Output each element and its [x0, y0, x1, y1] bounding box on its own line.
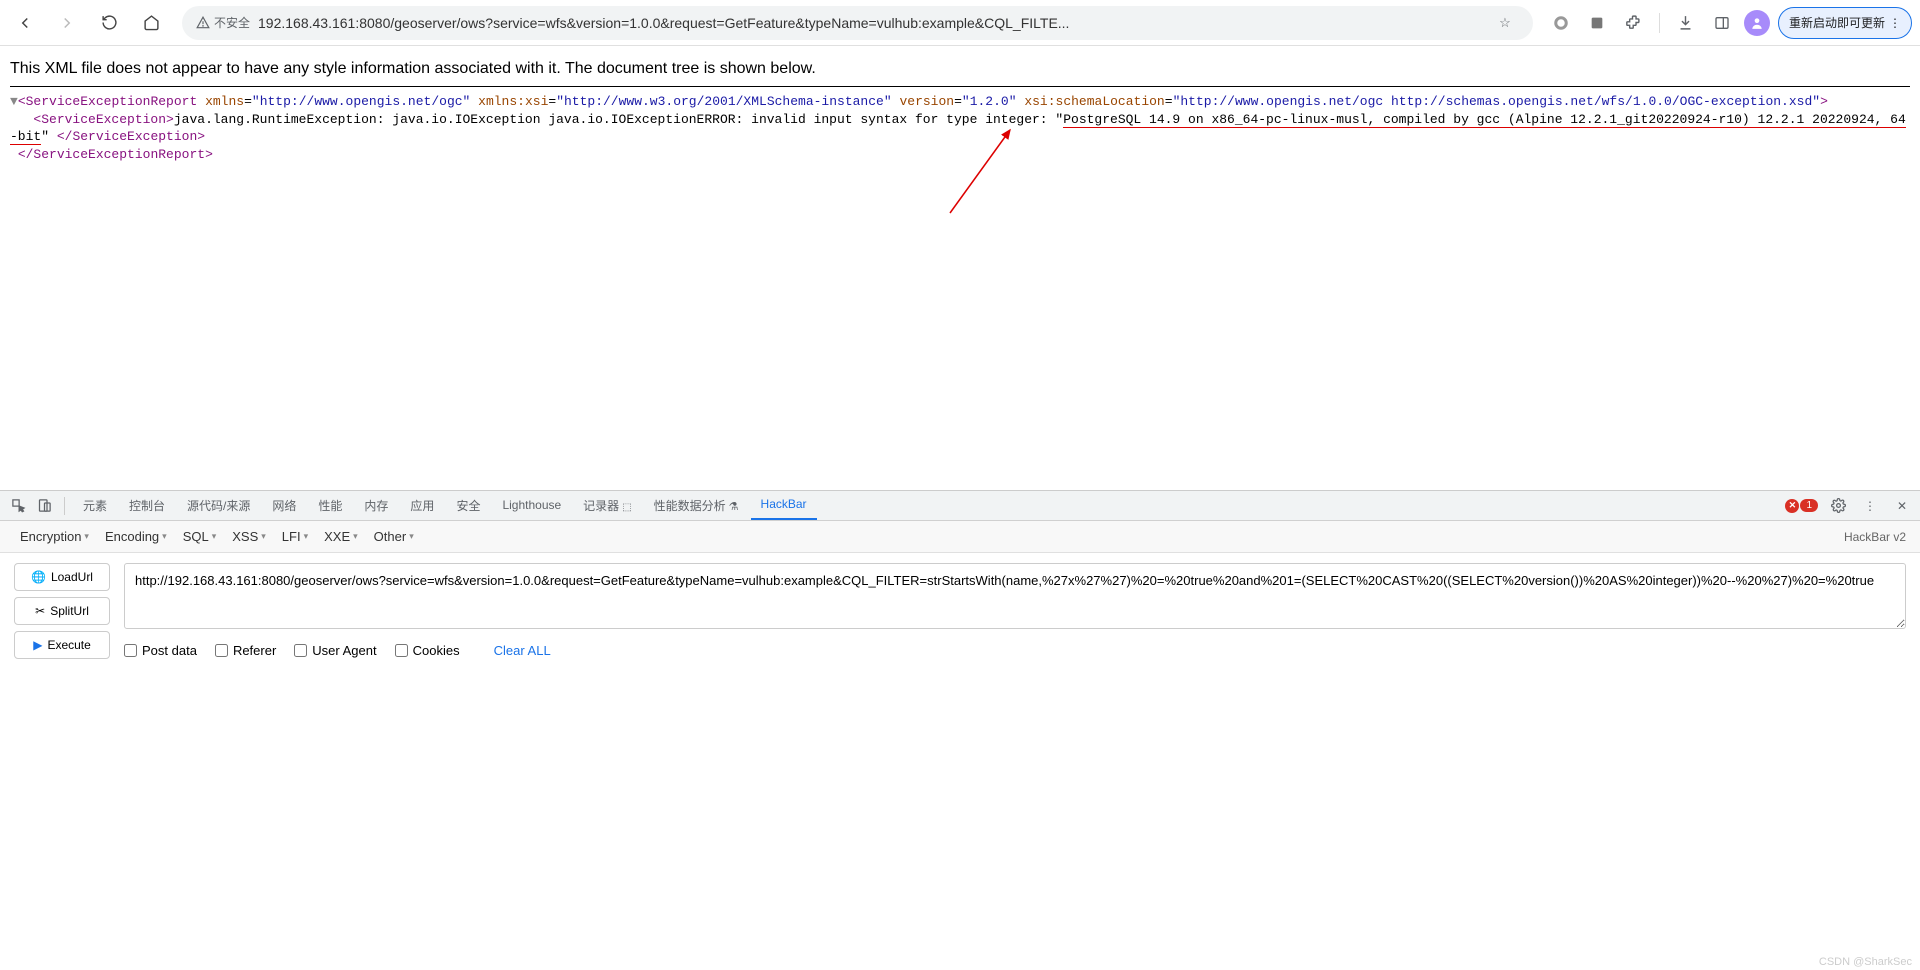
hackbar-options: Post data Referer User Agent Cookies Cle…: [124, 639, 1906, 658]
update-button[interactable]: 重新启动即可更新⋮: [1778, 7, 1912, 39]
tab-security[interactable]: 安全: [446, 491, 490, 521]
downloads-icon[interactable]: [1672, 9, 1700, 37]
spliturl-button[interactable]: ✂SplitUrl: [14, 597, 110, 625]
url-text: 192.168.43.161:8080/geoserver/ows?servic…: [258, 15, 1483, 31]
toolbar-divider: [1659, 13, 1660, 33]
inspect-icon[interactable]: [6, 494, 30, 518]
referer-checkbox[interactable]: Referer: [215, 643, 276, 658]
menu-other[interactable]: Other: [368, 525, 420, 548]
avatar[interactable]: [1744, 10, 1770, 36]
url-textarea[interactable]: [124, 563, 1906, 629]
menu-xxe[interactable]: XXE: [318, 525, 364, 548]
hackbar-body: 🌐LoadUrl ✂SplitUrl ▶Execute Post data Re…: [0, 553, 1920, 970]
extensions-icon[interactable]: [1619, 9, 1647, 37]
reload-button[interactable]: [92, 6, 126, 40]
insecure-badge: 不安全: [196, 14, 250, 31]
tab-console[interactable]: 控制台: [119, 491, 175, 521]
loadurl-button[interactable]: 🌐LoadUrl: [14, 563, 110, 591]
error-indicator[interactable]: ✕1: [1785, 499, 1818, 513]
menu-dots-icon: ⋮: [1889, 16, 1901, 30]
tab-elements[interactable]: 元素: [73, 491, 117, 521]
tab-application[interactable]: 应用: [400, 491, 444, 521]
xml-viewer: This XML file does not appear to have an…: [0, 46, 1920, 171]
close-icon[interactable]: ✕: [1890, 494, 1914, 518]
menu-encoding[interactable]: Encoding: [99, 525, 173, 548]
ext-icon[interactable]: [1583, 9, 1611, 37]
back-button[interactable]: [8, 6, 42, 40]
forward-button[interactable]: [50, 6, 84, 40]
tab-memory[interactable]: 内存: [354, 491, 398, 521]
home-button[interactable]: [134, 6, 168, 40]
circle-icon[interactable]: [1547, 9, 1575, 37]
url-bar[interactable]: 不安全 192.168.43.161:8080/geoserver/ows?se…: [182, 6, 1533, 40]
scissors-icon: ✂: [35, 604, 45, 618]
star-icon[interactable]: ☆: [1491, 9, 1519, 37]
xml-notice: This XML file does not appear to have an…: [10, 54, 1910, 87]
xml-tree: ▼<ServiceExceptionReport xmlns="http://w…: [10, 93, 1910, 163]
execute-button[interactable]: ▶Execute: [14, 631, 110, 659]
cookies-checkbox[interactable]: Cookies: [395, 643, 460, 658]
tab-recorder[interactable]: 记录器: [573, 491, 641, 521]
hackbar-right: Post data Referer User Agent Cookies Cle…: [124, 563, 1906, 960]
tab-perf-insights[interactable]: 性能数据分析: [644, 491, 749, 521]
devtools-panel: 元素 控制台 源代码/来源 网络 性能 内存 应用 安全 Lighthouse …: [0, 490, 1920, 970]
tab-hackbar[interactable]: HackBar: [751, 491, 817, 520]
menu-encryption[interactable]: Encryption: [14, 525, 95, 548]
tab-sources[interactable]: 源代码/来源: [177, 491, 260, 521]
tree-toggle[interactable]: ▼: [10, 94, 18, 109]
hackbar-version: HackBar v2: [1844, 530, 1906, 544]
tab-network[interactable]: 网络: [262, 491, 306, 521]
tab-lighthouse[interactable]: Lighthouse: [492, 492, 571, 519]
menu-xss[interactable]: XSS: [226, 525, 272, 548]
tabs-divider: [64, 497, 65, 515]
play-icon: ▶: [33, 638, 42, 652]
hackbar-toolbar: Encryption Encoding SQL XSS LFI XXE Othe…: [0, 521, 1920, 553]
menu-lfi[interactable]: LFI: [276, 525, 314, 548]
postdata-checkbox[interactable]: Post data: [124, 643, 197, 658]
sidepanel-icon[interactable]: [1708, 9, 1736, 37]
globe-icon: 🌐: [31, 570, 46, 584]
tab-performance[interactable]: 性能: [308, 491, 352, 521]
hackbar-buttons: 🌐LoadUrl ✂SplitUrl ▶Execute: [14, 563, 110, 960]
watermark: CSDN @SharkSec: [1819, 956, 1912, 968]
browser-toolbar: 不安全 192.168.43.161:8080/geoserver/ows?se…: [0, 0, 1920, 46]
menu-sql[interactable]: SQL: [177, 525, 223, 548]
clear-all-link[interactable]: Clear ALL: [494, 643, 551, 658]
more-icon[interactable]: ⋮: [1858, 494, 1882, 518]
devtools-tabs: 元素 控制台 源代码/来源 网络 性能 内存 应用 安全 Lighthouse …: [0, 491, 1920, 521]
device-icon[interactable]: [32, 494, 56, 518]
useragent-checkbox[interactable]: User Agent: [294, 643, 376, 658]
settings-icon[interactable]: [1826, 494, 1850, 518]
